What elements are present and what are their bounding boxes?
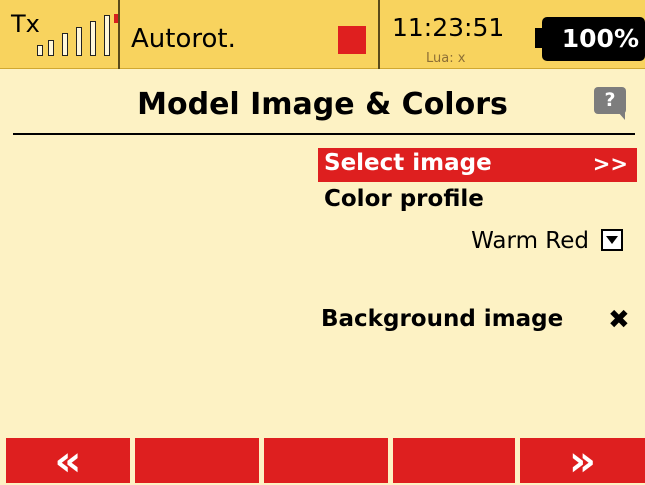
bottom-button-3[interactable] bbox=[264, 438, 388, 483]
double-chevron-left-icon: « bbox=[54, 436, 82, 485]
color-profile-value: Warm Red bbox=[471, 228, 589, 254]
record-indicator-icon bbox=[338, 26, 366, 54]
title-divider bbox=[13, 133, 635, 135]
double-chevron-right-icon: » bbox=[568, 436, 597, 485]
chevron-down-icon[interactable] bbox=[601, 229, 623, 251]
lua-status: Lua: x bbox=[426, 51, 466, 66]
forward-arrow-icon: >> bbox=[592, 152, 628, 176]
clock-time: 11:23:51 bbox=[392, 13, 505, 42]
bottom-button-4[interactable] bbox=[393, 438, 515, 483]
prev-page-button[interactable]: « bbox=[6, 438, 130, 483]
page-title: Model Image & Colors bbox=[137, 87, 508, 122]
next-page-button[interactable]: » bbox=[520, 438, 645, 483]
color-profile-label: Color profile bbox=[324, 186, 484, 212]
background-image-toggle[interactable]: ✖ bbox=[608, 305, 630, 335]
flight-mode-label: Autorot. bbox=[131, 24, 236, 54]
select-image-button[interactable]: Select image >> bbox=[318, 148, 637, 182]
bottom-button-2[interactable] bbox=[135, 438, 259, 483]
status-bar: Tx Autorot. 11:23:51 Lua: x 100% bbox=[0, 0, 645, 69]
tx-label: Tx bbox=[11, 10, 40, 38]
battery-level: 100% bbox=[542, 17, 645, 61]
select-image-label: Select image bbox=[324, 150, 492, 176]
color-profile-select[interactable]: Warm Red bbox=[437, 225, 627, 259]
bottom-nav-bar: « » bbox=[0, 438, 645, 483]
background-image-label: Background image bbox=[321, 306, 564, 332]
